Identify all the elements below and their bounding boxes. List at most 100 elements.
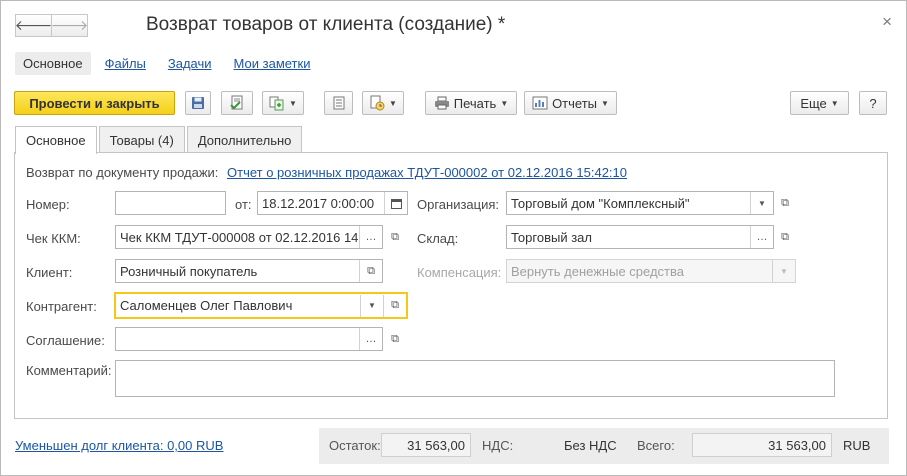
client-value: Розничный покупатель (120, 263, 258, 279)
section-main[interactable]: Основное (15, 52, 91, 75)
counterparty-field[interactable]: Саломенцев Олег Павлович ▼ ⧉ (114, 292, 408, 319)
post-document-icon (230, 95, 243, 110)
chevron-down-icon: ▼ (500, 98, 509, 108)
totals-bar: Остаток: 31 563,00 НДС: Без НДС Всего: 3… (319, 428, 889, 464)
floppy-icon (192, 97, 204, 109)
more-label: Еще (800, 95, 827, 111)
open-org-button[interactable]: ⧉ (774, 191, 796, 215)
date-label: от: (235, 197, 252, 212)
counterparty-label: Контрагент: (26, 299, 97, 314)
open-icon: ⧉ (781, 196, 789, 209)
chevron-down-icon: ▼ (758, 198, 766, 208)
open-icon: ⧉ (391, 230, 399, 243)
org-field[interactable]: Торговый дом "Комплексный" ▼ (506, 191, 774, 215)
arrow-right-icon: 🡒 (50, 17, 89, 33)
total-value: 31 563,00 (692, 433, 832, 457)
compensation-field: Вернуть денежные средства ▼ (506, 259, 796, 283)
chevron-down-icon: ▼ (601, 98, 609, 108)
open-client-button[interactable]: ⧉ (359, 260, 382, 282)
client-debt-link[interactable]: Уменьшен долг клиента: 0,00 RUB (15, 438, 223, 453)
warehouse-field[interactable]: Торговый зал … (506, 225, 774, 249)
vat-label: НДС: (482, 438, 514, 453)
select-button[interactable]: … (359, 226, 382, 248)
report-icon (532, 96, 548, 110)
chevron-down-icon: ▼ (368, 301, 376, 310)
receipt-field[interactable]: Чек ККМ ТДУТ-000008 от 02.12.2016 14: … (115, 225, 383, 249)
dropdown-button[interactable]: ▼ (360, 294, 383, 317)
calendar-icon (390, 198, 402, 209)
section-notes[interactable]: Мои заметки (226, 52, 319, 75)
sale-doc-link[interactable]: Отчет о розничных продажах ТДУТ-000002 о… (227, 165, 627, 180)
print-button[interactable]: Печать ▼ (425, 91, 517, 115)
journal-icon (333, 96, 344, 110)
agreement-field[interactable]: … (115, 327, 383, 351)
receipt-label: Чек ККМ: (26, 231, 81, 246)
help-button[interactable]: ? (859, 91, 887, 115)
printer-icon (434, 96, 449, 110)
save-button[interactable] (185, 91, 211, 115)
comment-label: Комментарий: (26, 363, 112, 378)
open-receipt-button[interactable]: ⧉ (384, 225, 406, 249)
comment-field[interactable] (115, 360, 835, 397)
select-button[interactable]: … (750, 226, 773, 248)
open-agreement-button[interactable]: ⧉ (384, 327, 406, 351)
document-journal-button[interactable] (324, 91, 353, 115)
compensation-value: Вернуть денежные средства (511, 263, 684, 279)
sale-doc-label: Возврат по документу продажи: (26, 165, 219, 180)
tab-additional[interactable]: Дополнительно (186, 126, 303, 153)
chevron-down-icon: ▼ (289, 98, 297, 108)
warehouse-label: Склад: (417, 231, 459, 246)
select-button[interactable]: … (359, 328, 382, 350)
open-icon: ⧉ (391, 332, 399, 345)
reminder-button[interactable]: ▼ (362, 91, 404, 115)
print-label: Печать (453, 95, 497, 111)
number-field[interactable] (115, 191, 226, 215)
page-title: Возврат товаров от клиента (создание) * (146, 14, 506, 35)
receipt-value: Чек ККМ ТДУТ-000008 от 02.12.2016 14: (120, 229, 359, 245)
section-files[interactable]: Файлы (97, 52, 154, 75)
open-icon: ⧉ (781, 230, 789, 243)
tab-main[interactable]: Основное (15, 126, 97, 154)
tab-bar: Основное Товары (4) Дополнительно (15, 126, 304, 154)
org-value: Торговый дом "Комплексный" (511, 195, 690, 211)
document-window: 🡐 🡒 Возврат товаров от клиента (создание… (0, 0, 907, 476)
date-field[interactable]: 18.12.2017 0:00:00 (257, 191, 408, 215)
more-button[interactable]: Еще ▼ (790, 91, 849, 115)
number-label: Номер: (26, 197, 70, 212)
document-clock-icon (370, 95, 385, 111)
section-links: Основное Файлы Задачи Мои заметки (15, 51, 324, 76)
post-and-close-button[interactable]: Провести и закрыть (14, 91, 175, 115)
date-value: 18.12.2017 0:00:00 (262, 195, 375, 211)
vat-value: Без НДС (564, 438, 617, 453)
arrow-left-icon: 🡐 (14, 17, 53, 33)
currency-label: RUB (843, 438, 871, 453)
agreement-label: Соглашение: (26, 333, 105, 348)
back-button[interactable]: 🡐 (15, 14, 52, 37)
reports-label: Отчеты (552, 95, 597, 111)
calendar-button[interactable] (384, 192, 407, 214)
tab-goods[interactable]: Товары (4) (98, 126, 185, 153)
reports-button[interactable]: Отчеты ▼ (524, 91, 617, 115)
open-counterparty-button[interactable]: ⧉ (383, 294, 406, 317)
forward-button[interactable]: 🡒 (51, 14, 88, 37)
tab-panel-main: Возврат по документу продажи: Отчет о ро… (14, 152, 888, 419)
client-field[interactable]: Розничный покупатель ⧉ (115, 259, 383, 283)
balance-value: 31 563,00 (381, 433, 471, 457)
post-button[interactable] (221, 91, 253, 115)
create-based-icon (269, 96, 284, 111)
compensation-label: Компенсация: (417, 265, 502, 280)
dropdown-button[interactable]: ▼ (750, 192, 773, 214)
chevron-down-icon: ▼ (389, 98, 397, 108)
total-label: Всего: (637, 438, 675, 453)
balance-label: Остаток: (329, 438, 381, 453)
close-icon[interactable]: × (882, 12, 892, 32)
chevron-down-icon: ▼ (830, 98, 839, 108)
open-warehouse-button[interactable]: ⧉ (774, 225, 796, 249)
client-label: Клиент: (26, 265, 73, 280)
org-label: Организация: (417, 197, 500, 212)
create-based-on-button[interactable]: ▼ (262, 91, 304, 115)
section-tasks[interactable]: Задачи (160, 52, 220, 75)
dropdown-button: ▼ (772, 260, 795, 282)
counterparty-value: Саломенцев Олег Павлович (120, 298, 293, 313)
chevron-down-icon: ▼ (780, 266, 788, 276)
